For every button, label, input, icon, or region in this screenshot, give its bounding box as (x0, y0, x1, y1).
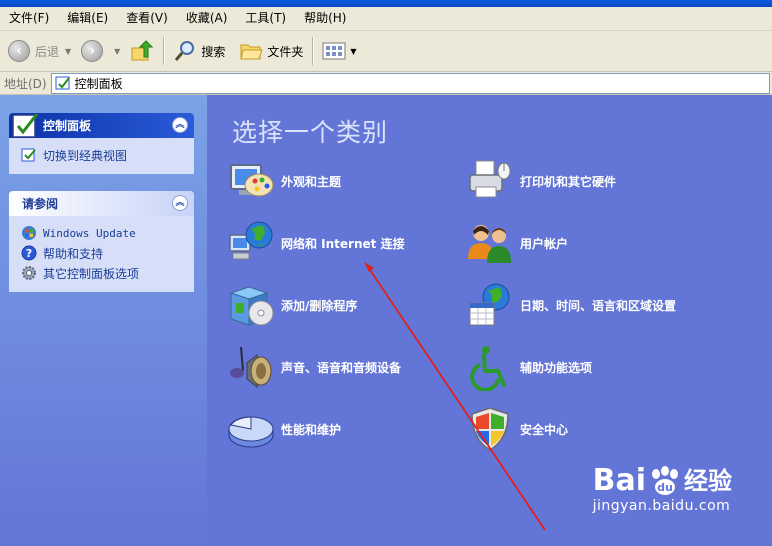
switch-classic-view-link[interactable]: 切换到经典视图 (21, 145, 194, 165)
control-panel-title: 控制面板 (43, 119, 92, 133)
category-label: 外观和主题 (281, 174, 342, 189)
user-accounts-icon (468, 225, 511, 263)
add-remove-programs-icon (229, 286, 274, 326)
menu-bar: 文件(F) 编辑(E) 查看(V) 收藏(A) 工具(T) 帮助(H) (0, 7, 772, 31)
page-title: 选择一个类别 (232, 118, 389, 147)
menu-view[interactable]: 查看(V) (117, 7, 177, 30)
category-label: 声音、语音和音频设备 (281, 360, 402, 375)
folder-icon (240, 44, 264, 60)
forward-button[interactable]: › (77, 34, 112, 68)
watermark-brand: Bai (592, 463, 646, 498)
windows-update-icon (22, 226, 36, 240)
gear-icon (22, 266, 36, 280)
category-label: 网络和 Internet 连接 (281, 236, 405, 251)
back-dropdown-icon[interactable]: ▼ (65, 47, 71, 56)
category-label: 打印机和其它硬件 (520, 174, 617, 189)
menu-favorites[interactable]: 收藏(A) (177, 7, 237, 30)
see-also-body: Windows Update ? 帮助和支持 其它控制面板选项 (9, 216, 194, 292)
collapse-icon[interactable]: ︽ (172, 195, 188, 211)
see-also-header[interactable]: 请参阅 ︽ (9, 191, 194, 216)
control-panel-header[interactable]: 控制面板 ︽ (9, 113, 194, 138)
performance-chart-icon (228, 416, 274, 448)
views-dropdown-icon: ▼ (350, 46, 357, 56)
classic-view-icon (21, 148, 36, 162)
category-label: 安全中心 (520, 422, 569, 437)
category-network-internet[interactable]: 网络和 Internet 连接 (227, 218, 405, 268)
date-time-globe-icon (469, 283, 510, 326)
search-button[interactable]: 搜索 (169, 34, 229, 68)
category-add-remove-programs[interactable]: 添加/删除程序 (227, 280, 357, 330)
category-sounds-audio[interactable]: 声音、语音和音频设备 (227, 342, 401, 392)
security-shield-icon (471, 407, 509, 451)
control-panel-icon (12, 113, 39, 138)
search-label: 搜索 (201, 44, 226, 59)
appearance-themes-icon (230, 164, 274, 197)
menu-edit[interactable]: 编辑(E) (58, 7, 117, 30)
windows-update-label: Windows Update (43, 226, 136, 240)
address-value: 控制面板 (74, 76, 123, 91)
back-label: 后退 (35, 44, 60, 59)
category-printers-hardware[interactable]: 打印机和其它硬件 (466, 156, 616, 206)
toolbar: ‹ 后退 ▼ › ▼ 搜索 文件夹 ▼ (0, 31, 772, 72)
folders-label: 文件夹 (267, 44, 304, 59)
control-panel-box: 控制面板 ︽ 切换到经典视图 (9, 113, 194, 174)
category-user-accounts[interactable]: 用户帐户 (466, 218, 568, 268)
category-label: 用户帐户 (520, 236, 569, 251)
menu-tools[interactable]: 工具(T) (236, 7, 295, 30)
forward-arrow-icon: › (81, 40, 104, 62)
watermark-brand2: 经验 (684, 467, 732, 495)
category-label: 日期、时间、语言和区域设置 (520, 298, 677, 313)
windows-update-link[interactable]: Windows Update (21, 223, 194, 243)
help-support-link[interactable]: ? 帮助和支持 (21, 243, 194, 263)
task-pane: 控制面板 ︽ 切换到经典视图 请参阅 ︽ Windows Update ? 帮助… (0, 95, 207, 546)
category-security-center[interactable]: 安全中心 (466, 404, 568, 454)
category-date-time-language[interactable]: 日期、时间、语言和区域设置 (466, 280, 676, 330)
up-folder-button[interactable] (126, 34, 158, 68)
printer-icon (469, 160, 511, 198)
search-icon (175, 41, 195, 61)
views-icon (322, 42, 346, 60)
address-label: 地址(D) (4, 76, 47, 91)
category-performance-maintenance[interactable]: 性能和维护 (227, 404, 341, 454)
see-also-title: 请参阅 (22, 197, 59, 211)
control-panel-body: 切换到经典视图 (9, 138, 194, 174)
window-title-bar (0, 0, 772, 7)
other-options-label: 其它控制面板选项 (43, 266, 140, 281)
control-panel-icon (55, 76, 70, 90)
baidu-watermark: Bai du 经验 jingyan.baidu.com (592, 463, 732, 515)
category-label: 性能和维护 (281, 422, 342, 437)
back-arrow-icon: ‹ (8, 40, 30, 62)
other-options-link[interactable]: 其它控制面板选项 (21, 263, 194, 283)
help-support-label: 帮助和支持 (43, 246, 104, 261)
forward-dropdown-icon[interactable]: ▼ (114, 47, 120, 56)
sound-speaker-icon (230, 346, 272, 389)
category-accessibility[interactable]: 辅助功能选项 (466, 342, 592, 392)
accessibility-icon (470, 346, 506, 391)
back-button[interactable]: ‹ 后退 (4, 34, 63, 68)
svg-text:?: ? (26, 247, 32, 260)
switch-classic-view-label: 切换到经典视图 (43, 148, 128, 163)
watermark-url: jingyan.baidu.com (592, 498, 731, 514)
network-globe-icon (229, 221, 273, 260)
folders-button[interactable]: 文件夹 (235, 34, 307, 68)
menu-file[interactable]: 文件(F) (0, 7, 58, 30)
paw-icon: du (652, 466, 678, 495)
up-folder-icon (131, 40, 154, 61)
toolbar-separator (312, 37, 314, 65)
category-label: 添加/删除程序 (281, 298, 358, 313)
svg-text:du: du (657, 481, 673, 494)
toolbar-separator (163, 37, 165, 65)
address-field[interactable]: 控制面板 (50, 72, 770, 94)
see-also-box: 请参阅 ︽ Windows Update ? 帮助和支持 其它控制面板选项 (9, 191, 194, 292)
help-icon: ? (21, 245, 37, 261)
views-button[interactable]: ▼ (318, 34, 366, 68)
collapse-icon[interactable]: ︽ (172, 117, 188, 133)
address-bar: 地址(D) 控制面板 (0, 72, 772, 95)
category-label: 辅助功能选项 (520, 360, 593, 375)
menu-help[interactable]: 帮助(H) (295, 7, 355, 30)
category-appearance-themes[interactable]: 外观和主题 (227, 156, 341, 206)
